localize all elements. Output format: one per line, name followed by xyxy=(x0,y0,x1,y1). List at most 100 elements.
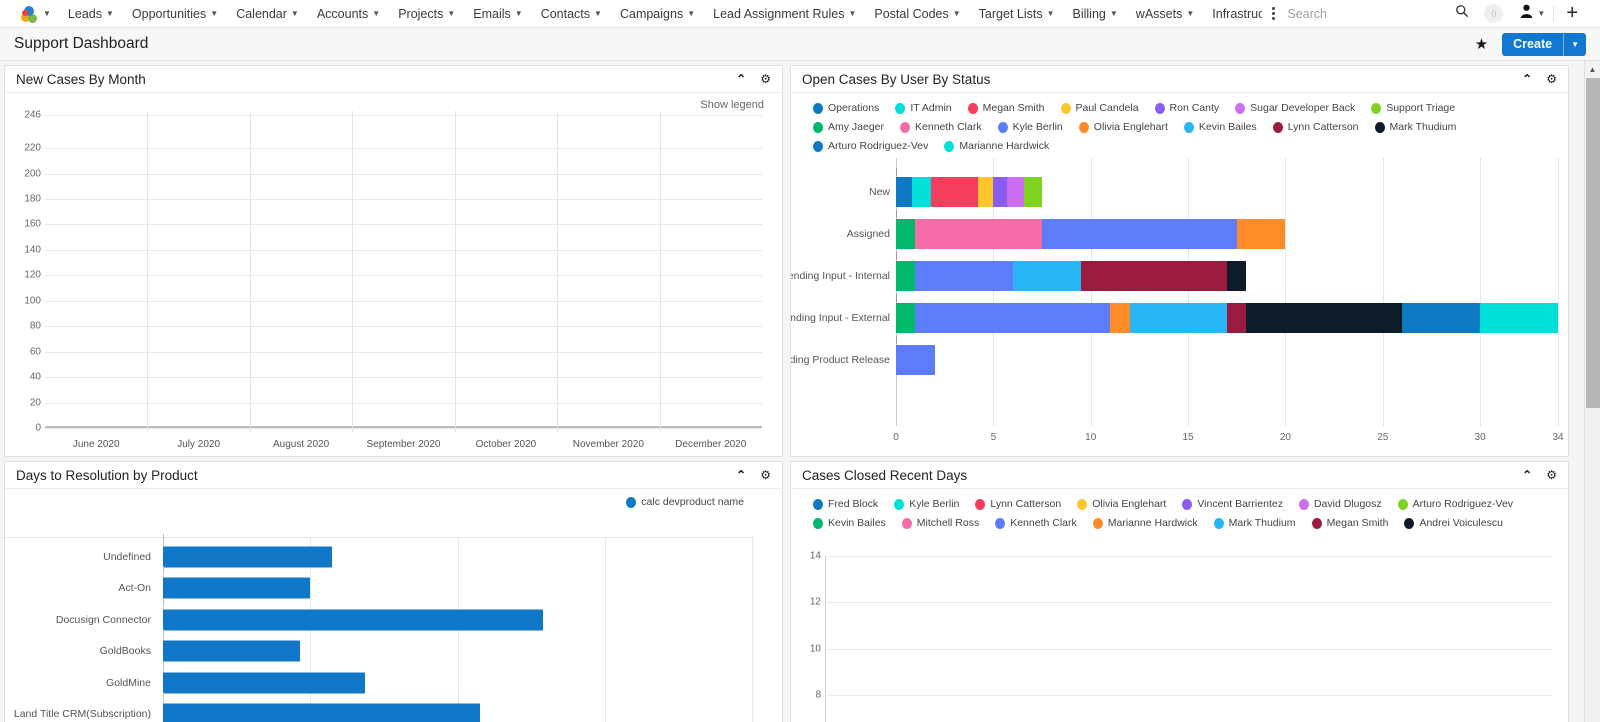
legend-item-marianne-hardwick[interactable]: Marianne Hardwick xyxy=(1093,517,1198,529)
nav-item-billing[interactable]: Billing▼ xyxy=(1064,3,1127,25)
legend-item-olivia-englehart[interactable]: Olivia Englehart xyxy=(1079,121,1168,133)
chevron-down-icon[interactable]: ▼ xyxy=(1186,10,1194,18)
legend-item-operations[interactable]: Operations xyxy=(813,102,879,114)
legend-item-mark-thudium[interactable]: Mark Thudium xyxy=(1214,517,1296,529)
notifications-badge[interactable]: 0 xyxy=(1475,4,1512,23)
chevron-down-icon[interactable]: ▼ xyxy=(447,10,455,18)
bar[interactable] xyxy=(163,672,365,693)
legend-item-kyle-berlin[interactable]: Kyle Berlin xyxy=(998,121,1063,133)
nav-item-postal-codes[interactable]: Postal Codes▼ xyxy=(865,3,969,25)
bar-segment[interactable] xyxy=(1024,177,1042,207)
bar-segment[interactable] xyxy=(1246,303,1402,333)
bar-segment[interactable] xyxy=(1402,303,1480,333)
bar-segment[interactable] xyxy=(896,261,915,291)
legend-item-megan-smith[interactable]: Megan Smith xyxy=(968,102,1045,114)
bar-segment[interactable] xyxy=(1007,177,1025,207)
bar[interactable] xyxy=(163,578,310,599)
legend-item-kyle-berlin[interactable]: Kyle Berlin xyxy=(894,498,959,510)
bar-segment[interactable] xyxy=(1227,303,1246,333)
nav-item-lead-assignment-rules[interactable]: Lead Assignment Rules▼ xyxy=(704,3,865,25)
stacked-bar[interactable] xyxy=(896,261,1246,291)
bar-segment[interactable] xyxy=(1227,261,1246,291)
legend-item-vincent-barrientez[interactable]: Vincent Barrientez xyxy=(1182,498,1283,510)
nav-item-accounts[interactable]: Accounts▼ xyxy=(308,3,389,25)
bar-segment[interactable] xyxy=(1480,303,1558,333)
gear-icon[interactable]: ⚙ xyxy=(1546,468,1557,482)
bar-segment[interactable] xyxy=(1130,303,1227,333)
legend-item-calc-devproduct-name[interactable]: calc devproduct name xyxy=(626,496,744,508)
scroll-up-arrow-icon[interactable]: ▲ xyxy=(1585,61,1600,77)
legend-item-andrei-voiculescu[interactable]: Andrei Voiculescu xyxy=(1404,517,1502,529)
bar-segment[interactable] xyxy=(915,261,1012,291)
search-group[interactable] xyxy=(1285,4,1475,23)
bar-segment[interactable] xyxy=(993,177,1007,207)
bar-segment[interactable] xyxy=(912,177,931,207)
chevron-up-icon[interactable]: ⌃ xyxy=(1522,72,1532,86)
chevron-down-icon[interactable]: ▼ xyxy=(372,10,380,18)
bar[interactable] xyxy=(163,546,332,567)
bar-segment[interactable] xyxy=(896,219,915,249)
favorite-star-icon[interactable]: ★ xyxy=(1475,35,1488,53)
page-scrollbar[interactable]: ▲ xyxy=(1584,61,1600,722)
chevron-down-icon[interactable]: ▼ xyxy=(1110,10,1118,18)
legend-item-lynn-catterson[interactable]: Lynn Catterson xyxy=(1273,121,1359,133)
stacked-bar[interactable] xyxy=(896,219,1305,249)
nav-item-wassets[interactable]: wAssets▼ xyxy=(1127,3,1203,25)
nav-item-projects[interactable]: Projects▼ xyxy=(389,3,464,25)
bar-segment[interactable] xyxy=(931,177,978,207)
chevron-down-icon[interactable]: ▼ xyxy=(953,10,961,18)
bar-segment[interactable] xyxy=(1013,261,1081,291)
legend-item-arturo-rodriguez-vev[interactable]: Arturo Rodriguez-Vev xyxy=(1398,498,1513,510)
legend-item-it-admin[interactable]: IT Admin xyxy=(895,102,951,114)
gear-icon[interactable]: ⚙ xyxy=(760,72,771,86)
nav-item-calendar[interactable]: Calendar▼ xyxy=(227,3,308,25)
chevron-down-icon[interactable]: ▼ xyxy=(1047,10,1055,18)
stacked-bar[interactable] xyxy=(896,303,1558,333)
bar[interactable] xyxy=(163,609,543,630)
more-modules-kebab-icon[interactable] xyxy=(1262,3,1285,24)
chevron-down-icon[interactable]: ▼ xyxy=(687,10,695,18)
create-dropdown-caret-icon[interactable]: ▼ xyxy=(1563,33,1586,56)
nav-item-emails[interactable]: Emails▼ xyxy=(464,3,531,25)
bar-segment[interactable] xyxy=(1237,219,1286,249)
user-menu[interactable]: ▼ xyxy=(1512,4,1553,23)
bar-segment[interactable] xyxy=(978,177,994,207)
bar-segment[interactable] xyxy=(915,219,1042,249)
legend-item-sugar-developer-back[interactable]: Sugar Developer Back xyxy=(1235,102,1355,114)
bar-segment[interactable] xyxy=(1110,303,1129,333)
legend-item-kenneth-clark[interactable]: Kenneth Clark xyxy=(995,517,1077,529)
nav-item-leads[interactable]: Leads▼ xyxy=(59,3,123,25)
nav-item-opportunities[interactable]: Opportunities▼ xyxy=(123,3,227,25)
legend-item-olivia-englehart[interactable]: Olivia Englehart xyxy=(1077,498,1166,510)
legend-item-lynn-catterson[interactable]: Lynn Catterson xyxy=(975,498,1061,510)
logo-dropdown-caret-icon[interactable]: ▼ xyxy=(43,10,51,18)
bar-segment[interactable] xyxy=(896,303,915,333)
nav-item-infrastructure[interactable]: Infrastructure▼ xyxy=(1203,3,1262,25)
bar[interactable] xyxy=(163,641,300,662)
chevron-down-icon[interactable]: ▼ xyxy=(848,10,856,18)
legend-item-megan-smith[interactable]: Megan Smith xyxy=(1312,517,1389,529)
chevron-down-icon[interactable]: ▼ xyxy=(106,10,114,18)
nav-item-contacts[interactable]: Contacts▼ xyxy=(532,3,611,25)
legend-item-fred-block[interactable]: Fred Block xyxy=(813,498,878,510)
legend-item-mitchell-ross[interactable]: Mitchell Ross xyxy=(902,517,979,529)
search-icon[interactable] xyxy=(1455,4,1469,23)
legend-item-kenneth-clark[interactable]: Kenneth Clark xyxy=(900,121,982,133)
bar-segment[interactable] xyxy=(1042,219,1237,249)
legend-item-support-triage[interactable]: Support Triage xyxy=(1371,102,1455,114)
bar-segment[interactable] xyxy=(1081,261,1227,291)
legend-item-mark-thudium[interactable]: Mark Thudium xyxy=(1375,121,1457,133)
stacked-bar[interactable] xyxy=(896,177,1042,207)
legend-item-kevin-bailes[interactable]: Kevin Bailes xyxy=(1184,121,1257,133)
stacked-bar[interactable] xyxy=(896,345,935,375)
chevron-down-icon[interactable]: ▼ xyxy=(210,10,218,18)
legend-item-david-dlugosz[interactable]: David Dlugosz xyxy=(1299,498,1382,510)
chevron-up-icon[interactable]: ⌃ xyxy=(736,72,746,86)
scrollbar-thumb[interactable] xyxy=(1586,78,1600,408)
chevron-down-icon[interactable]: ▼ xyxy=(515,10,523,18)
chevron-down-icon[interactable]: ▼ xyxy=(594,10,602,18)
user-menu-caret-icon[interactable]: ▼ xyxy=(1537,10,1545,18)
quick-create-plus-icon[interactable]: + xyxy=(1553,6,1588,22)
chevron-down-icon[interactable]: ▼ xyxy=(291,10,299,18)
search-input[interactable] xyxy=(1285,6,1445,22)
